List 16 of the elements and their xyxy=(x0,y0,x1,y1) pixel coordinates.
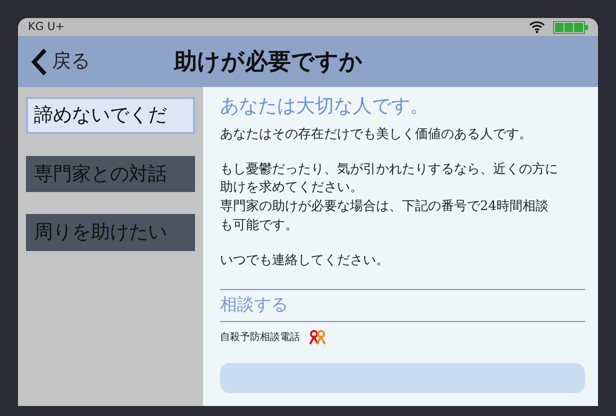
wifi-icon xyxy=(529,21,545,33)
section-title: 相談する xyxy=(220,288,585,322)
carrier-name: KG U+ xyxy=(28,18,65,35)
battery-icon xyxy=(553,20,588,34)
sidebar-item[interactable]: 諦めないでくだ xyxy=(26,97,195,134)
paragraph: もし憂鬱だったり、気が引かれたりするなら、近くの方に助けを求めてください。 xyxy=(220,160,559,198)
back-button[interactable]: 戻る xyxy=(18,47,90,76)
call-button[interactable] xyxy=(220,363,585,394)
people-icon xyxy=(308,330,328,346)
paragraph: 専門家の助けが必要な場合は、下記の番号で24時間相談も可能です。 xyxy=(220,198,550,236)
heading: あなたは大切な人です。 xyxy=(220,95,430,118)
page-title: 助けが必要ですか xyxy=(174,48,363,76)
chevron-left-icon xyxy=(30,48,48,76)
paragraph: あなたはその存在だけでも美しく価値のある人です。 xyxy=(220,126,533,144)
paragraph: いつでも連絡してください。 xyxy=(220,252,390,270)
hotline-label: 自殺予防相談電話 xyxy=(220,330,300,346)
